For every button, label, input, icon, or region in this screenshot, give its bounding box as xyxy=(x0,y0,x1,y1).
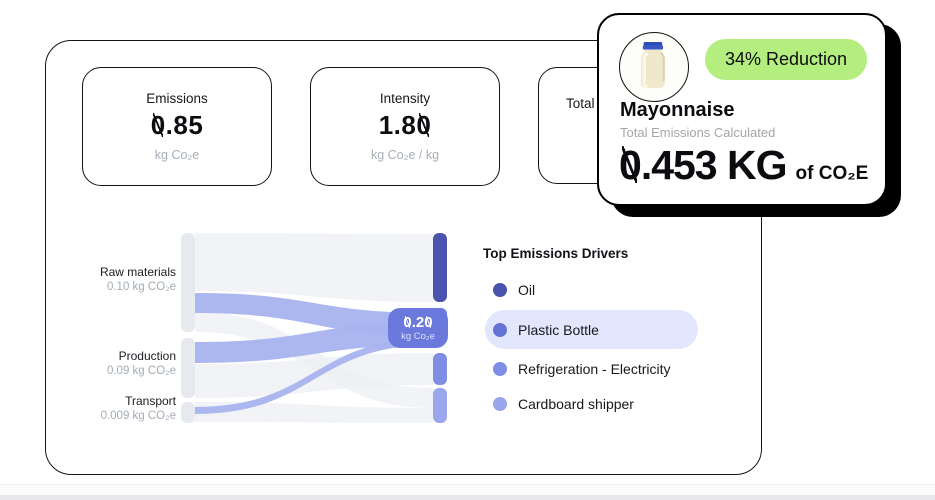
sankey-node-refrigeration[interactable] xyxy=(433,353,447,385)
sankey-node-raw-materials[interactable] xyxy=(181,233,195,332)
sankey-node-transport[interactable] xyxy=(181,402,195,423)
legend-label: Cardboard shipper xyxy=(518,396,634,412)
legend-item-plastic-bottle[interactable]: Plastic Bottle xyxy=(485,310,698,349)
legend-label: Refrigeration - Electricity xyxy=(518,361,671,377)
flow-badge-unit: kg Co₂e xyxy=(401,332,435,342)
page: Emissions 0.85 kg Co₂e Intensity 1.80 kg… xyxy=(0,0,935,500)
sankey-node-cardboard[interactable] xyxy=(433,388,447,423)
stage-value: 0.009 kg CO₂e xyxy=(40,409,176,425)
page-footer-strip xyxy=(0,484,935,500)
product-image-frame xyxy=(619,32,689,102)
legend-label: Oil xyxy=(518,282,535,298)
sankey-node-production[interactable] xyxy=(181,338,195,398)
stage-label-raw-materials: Raw materials 0.10 kg CO₂e xyxy=(40,264,176,296)
stage-label-production: Production 0.09 kg CO₂e xyxy=(40,348,176,380)
flow-badge-value: 0.20 xyxy=(403,315,432,330)
sankey-flow-gray xyxy=(195,233,433,302)
mayonnaise-jar-icon xyxy=(620,33,685,98)
stage-value: 0.10 kg CO₂e xyxy=(40,280,176,296)
reduction-badge: 34% Reduction xyxy=(705,39,867,80)
legend-item-refrigeration[interactable]: Refrigeration - Electricity xyxy=(485,358,671,380)
stage-name: Transport xyxy=(40,393,176,409)
stage-label-transport: Transport 0.009 kg CO₂e xyxy=(40,393,176,425)
legend-dot-icon xyxy=(493,362,507,376)
page-footer-bar xyxy=(0,495,935,500)
flow-value-badge: 0.20 kg Co₂e xyxy=(388,308,448,348)
legend-item-oil[interactable]: Oil xyxy=(485,279,535,301)
legend-dot-icon xyxy=(493,283,507,297)
stage-value: 0.09 kg CO₂e xyxy=(40,364,176,380)
legend-label: Plastic Bottle xyxy=(518,322,599,338)
legend-title: Top Emissions Drivers xyxy=(483,246,628,261)
product-subtitle: Total Emissions Calculated xyxy=(620,125,775,140)
legend-dot-icon xyxy=(493,323,507,337)
stage-name: Raw materials xyxy=(40,264,176,280)
sankey-node-oil[interactable] xyxy=(433,233,447,302)
product-total-value: 0.453 KG xyxy=(619,142,787,189)
legend-dot-icon xyxy=(493,397,507,411)
product-name: Mayonnaise xyxy=(620,99,734,122)
product-result-card: 34% Reduction Mayonnaise Total Emissions… xyxy=(597,13,887,206)
legend-item-cardboard-shipper[interactable]: Cardboard shipper xyxy=(485,393,634,415)
stage-name: Production xyxy=(40,348,176,364)
product-total-unit: of CO₂E xyxy=(796,163,869,185)
product-total: 0.453 KG of CO₂E xyxy=(619,142,868,189)
